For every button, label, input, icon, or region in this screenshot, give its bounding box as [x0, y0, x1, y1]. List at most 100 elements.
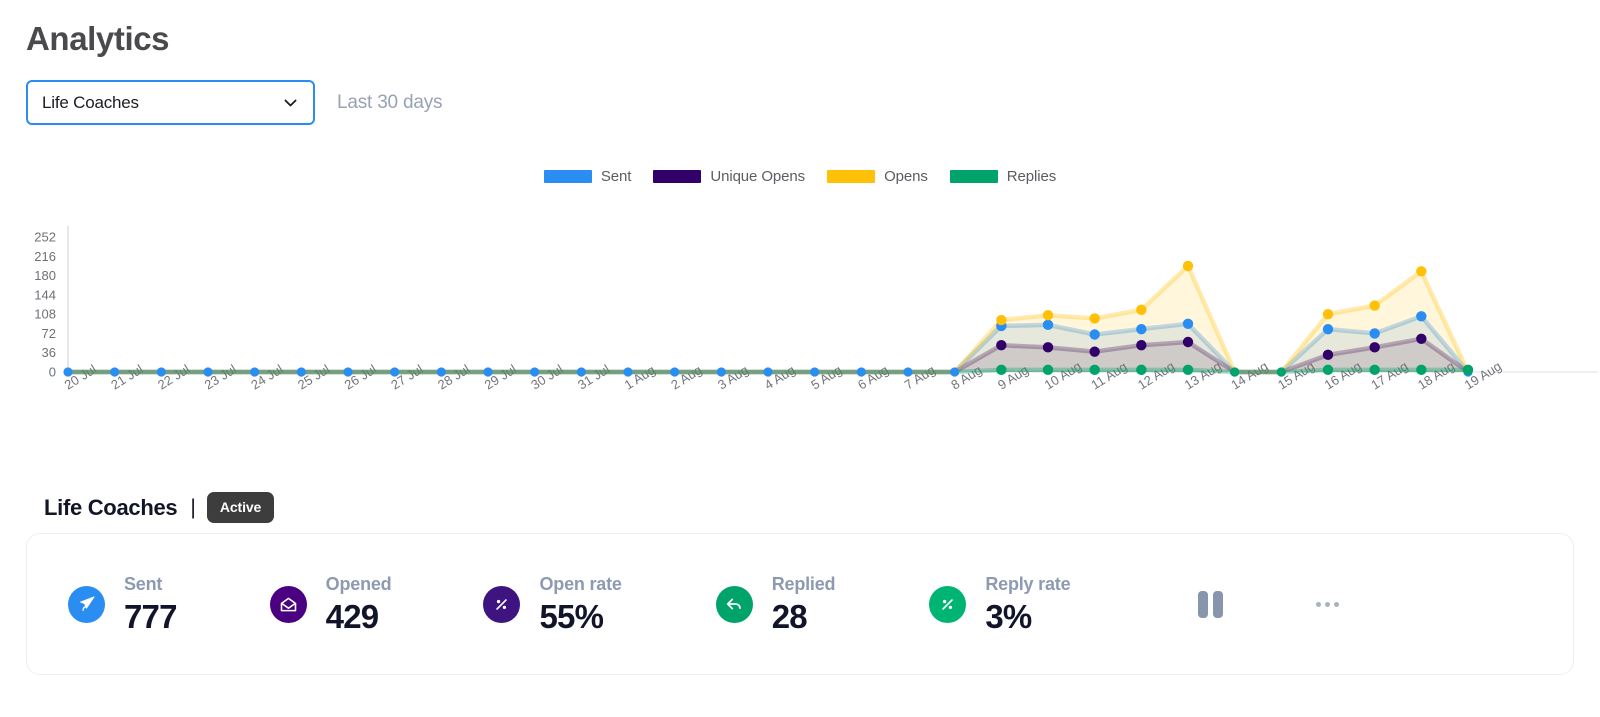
svg-text:5 Aug: 5 Aug: [808, 362, 844, 392]
data-point[interactable]: [1042, 319, 1054, 331]
data-point[interactable]: [810, 367, 820, 377]
data-point[interactable]: [296, 367, 306, 377]
campaign-select[interactable]: Life Coaches: [26, 80, 315, 125]
ellipsis-icon-dot: [1334, 601, 1340, 607]
ellipsis-icon-dot: [1325, 601, 1331, 607]
x-tick-label: 1 Aug: [622, 362, 658, 392]
data-point[interactable]: [1230, 367, 1240, 377]
data-point[interactable]: [203, 367, 213, 377]
stat-value: 55%: [539, 597, 604, 635]
data-point[interactable]: [670, 367, 680, 377]
svg-text:30 Jul: 30 Jul: [528, 361, 565, 392]
data-point[interactable]: [343, 367, 353, 377]
data-point[interactable]: [1416, 311, 1427, 322]
data-point[interactable]: [856, 367, 866, 377]
data-point[interactable]: [1276, 367, 1286, 377]
data-point[interactable]: [996, 314, 1007, 326]
chart-legend: Sent Unique Opens Opens Replies: [0, 168, 1600, 185]
pause-campaign-button[interactable]: [1198, 590, 1224, 618]
data-point[interactable]: [390, 367, 400, 377]
percent-icon: [483, 585, 521, 623]
svg-text:25 Jul: 25 Jul: [295, 361, 332, 392]
data-point[interactable]: [1416, 266, 1427, 277]
data-point[interactable]: [63, 367, 73, 377]
data-point[interactable]: [1136, 340, 1147, 351]
data-point[interactable]: [1322, 308, 1334, 320]
x-tick-label: 26 Jul: [342, 361, 379, 392]
svg-text:20 Jul: 20 Jul: [62, 361, 99, 392]
data-point[interactable]: [250, 367, 260, 377]
data-point[interactable]: [903, 367, 913, 377]
data-point[interactable]: [156, 367, 166, 377]
data-point[interactable]: [763, 367, 773, 377]
percent-icon: [929, 585, 967, 623]
data-point[interactable]: [1369, 328, 1380, 339]
stat-text: Open rate 55%: [539, 573, 621, 636]
legend-swatch-icon: [653, 170, 702, 183]
more-options-button[interactable]: [1316, 601, 1340, 607]
data-point[interactable]: [1322, 349, 1334, 361]
data-point[interactable]: [1089, 313, 1100, 324]
campaign-header: Life Coaches | Active: [44, 492, 275, 523]
data-point[interactable]: [1369, 300, 1380, 311]
paper-plane-icon: [68, 585, 105, 623]
stat-label: Open rate: [539, 573, 622, 594]
data-point[interactable]: [530, 367, 540, 377]
data-point[interactable]: [576, 367, 586, 377]
data-point[interactable]: [1089, 364, 1100, 376]
data-point[interactable]: [1042, 342, 1054, 353]
x-tick-label: 22 Jul: [155, 361, 192, 392]
data-point[interactable]: [1462, 364, 1474, 376]
x-tick-label: 28 Jul: [435, 361, 472, 392]
data-point[interactable]: [950, 367, 960, 377]
x-tick-label: 29 Jul: [482, 361, 519, 392]
data-point[interactable]: [1042, 310, 1054, 321]
data-point[interactable]: [996, 364, 1007, 376]
data-point[interactable]: [1322, 323, 1334, 335]
open-envelope-icon: [269, 585, 307, 623]
data-point[interactable]: [1136, 304, 1147, 316]
chart-container: Sent Unique Opens Opens Replies 0 36 72 108 144…: [0, 168, 1600, 448]
data-point[interactable]: [1136, 364, 1147, 376]
x-tick-label: 30 Jul: [528, 361, 565, 392]
legend-item-unique-opens[interactable]: Unique Opens: [653, 168, 805, 185]
data-point[interactable]: [1042, 364, 1054, 376]
svg-text:7 Aug: 7 Aug: [902, 362, 938, 392]
data-point[interactable]: [1182, 336, 1194, 348]
data-point[interactable]: [436, 367, 446, 377]
data-point[interactable]: [1182, 364, 1194, 376]
y-tick-label: 252: [34, 230, 56, 245]
data-point[interactable]: [1369, 364, 1380, 376]
legend-item-replies[interactable]: Replies: [949, 168, 1056, 185]
data-point[interactable]: [1182, 260, 1194, 272]
x-tick-label: 5 Aug: [808, 362, 844, 392]
data-point[interactable]: [996, 340, 1007, 351]
x-tick-label: 4 Aug: [762, 362, 798, 392]
y-tick-label: 180: [34, 268, 56, 283]
ellipsis-icon-dot: [1316, 601, 1322, 607]
stat-label: Opened: [325, 573, 392, 594]
data-point[interactable]: [1182, 318, 1194, 329]
data-point[interactable]: [1416, 364, 1427, 376]
data-point[interactable]: [1369, 342, 1380, 353]
legend-item-opens[interactable]: Opens: [827, 168, 928, 185]
data-point[interactable]: [716, 367, 726, 377]
data-point[interactable]: [1089, 346, 1100, 357]
svg-text:29 Jul: 29 Jul: [482, 361, 519, 392]
pause-icon-bar-right: [1213, 590, 1224, 618]
stat-reply-rate: Reply rate 3%: [929, 573, 1071, 636]
data-point[interactable]: [1089, 329, 1100, 340]
x-tick-label: 7 Aug: [902, 362, 938, 392]
data-point[interactable]: [483, 367, 493, 377]
legend-item-sent[interactable]: Sent: [543, 168, 631, 185]
analytics-line-chart: 0 36 72 108 144 180 216 252 20 Jul 21 Jul 22 Jul 23…: [34, 226, 1598, 393]
data-point[interactable]: [623, 367, 633, 377]
data-point[interactable]: [1136, 323, 1147, 335]
stat-replied: Replied 28: [715, 573, 836, 636]
data-point[interactable]: [1322, 364, 1334, 376]
filter-row: Life Coaches Last 30 days: [26, 80, 443, 125]
data-point[interactable]: [110, 367, 120, 377]
data-point[interactable]: [1416, 333, 1427, 344]
x-tick-label: 24 Jul: [248, 361, 285, 392]
analytics-page: Analytics Life Coaches Last 30 days Sent…: [0, 0, 1600, 717]
